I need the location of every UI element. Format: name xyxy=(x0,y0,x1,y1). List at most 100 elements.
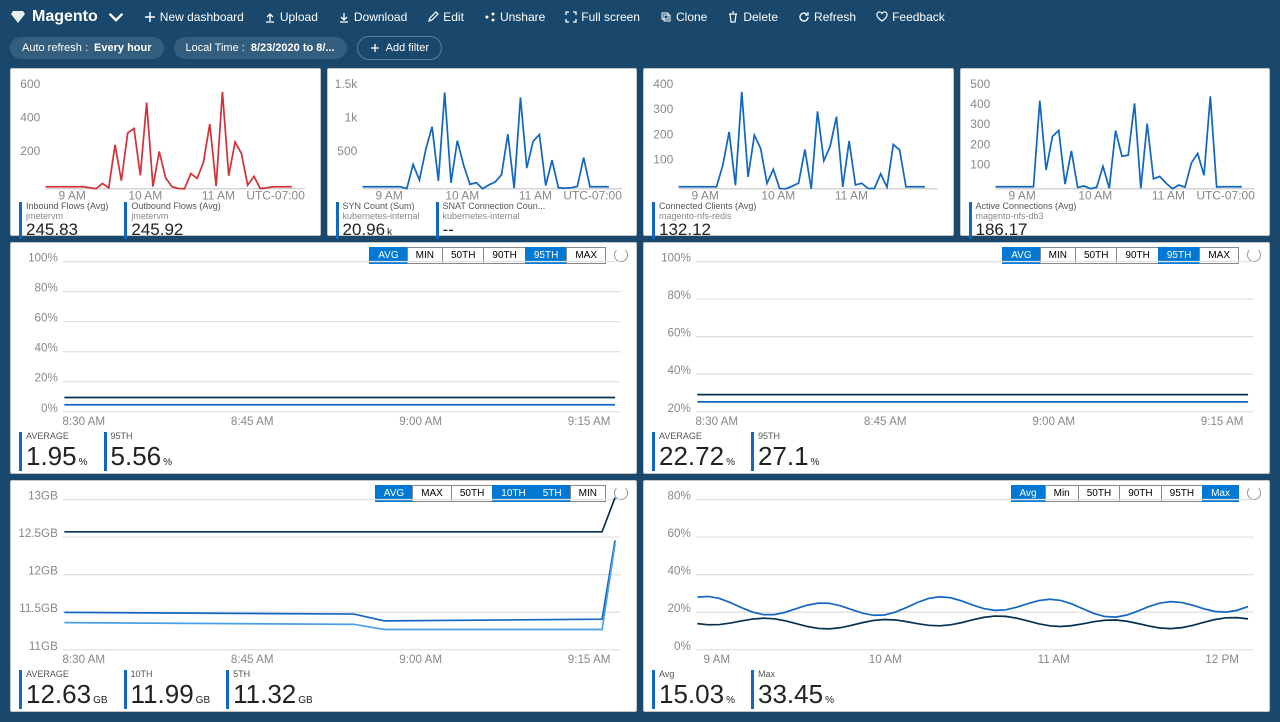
dashboard-grid: JMeter Test Client (Connections) 2004006… xyxy=(0,68,1280,722)
line-chart: 20%40%60%80%100%8:30 AM8:45 AM9:00 AM9:1… xyxy=(652,251,1261,430)
metric: 10TH11.99GB xyxy=(124,670,211,708)
svg-text:0%: 0% xyxy=(674,640,691,653)
pencil-icon xyxy=(427,11,439,23)
metric: Max33.45% xyxy=(751,670,834,708)
svg-text:UTC-07:00: UTC-07:00 xyxy=(1196,189,1255,200)
metric: Active Connections (Avg)magento-nfs-db31… xyxy=(969,202,1077,240)
wide-metric-tile[interactable]: Available Memory AVGMAX50TH10TH5THMIN Wo… xyxy=(10,480,637,712)
svg-text:300: 300 xyxy=(970,117,990,131)
svg-text:60%: 60% xyxy=(668,527,692,540)
svg-text:40%: 40% xyxy=(668,565,692,578)
svg-text:11 AM: 11 AM xyxy=(1151,189,1184,200)
new-dashboard-button[interactable]: New dashboard xyxy=(136,6,252,28)
svg-text:11GB: 11GB xyxy=(29,640,58,653)
svg-text:60%: 60% xyxy=(35,312,59,325)
plus-icon xyxy=(144,11,156,23)
svg-text:9 AM: 9 AM xyxy=(59,189,86,200)
svg-text:9:00 AM: 9:00 AM xyxy=(399,415,442,428)
dashboard-title[interactable]: Magento xyxy=(10,8,124,26)
metric: SYN Count (Sum)kubernetes-internal20.96k xyxy=(336,202,420,240)
svg-text:20%: 20% xyxy=(668,602,692,615)
unshare-icon xyxy=(484,11,496,23)
dashboard-title-text: Magento xyxy=(32,8,98,26)
svg-text:100%: 100% xyxy=(661,251,691,264)
metric-tile[interactable]: MySQL Database - Active Connections 1002… xyxy=(960,68,1271,236)
metric-tile[interactable]: JMeter Test Client (Connections) 2004006… xyxy=(10,68,321,236)
fullscreen-icon xyxy=(565,11,577,23)
metric: SNAT Connection Coun...kubernetes-intern… xyxy=(436,202,546,240)
svg-text:400: 400 xyxy=(653,77,673,91)
metric: 5TH11.32GB xyxy=(226,670,313,708)
svg-text:8:45 AM: 8:45 AM xyxy=(231,415,274,428)
time-range-pill[interactable]: Local Time : 8/23/2020 to 8/... xyxy=(174,37,347,59)
metric: AVERAGE22.72% xyxy=(652,432,735,470)
metric: Outbound Flows (Avg)jmetervm245.92 xyxy=(124,202,220,240)
svg-text:200: 200 xyxy=(970,137,990,151)
svg-text:600: 600 xyxy=(20,77,40,91)
wide-metric-tile[interactable]: CPU Utilization AVGMIN50TH90TH95THMAX Wo… xyxy=(10,242,637,474)
add-filter-button[interactable]: Add filter xyxy=(357,36,442,60)
svg-text:200: 200 xyxy=(20,144,40,158)
svg-text:9 AM: 9 AM xyxy=(704,653,731,666)
line-chart: 1002003004005009 AM10 AM11 AM UTC-07:00 xyxy=(969,77,1262,200)
toolbar: Magento New dashboard Upload Download Ed… xyxy=(0,0,1280,34)
line-chart: 1002003004009 AM10 AM11 AM xyxy=(652,77,945,200)
svg-text:11 AM: 11 AM xyxy=(518,189,551,200)
upload-button[interactable]: Upload xyxy=(256,6,326,28)
line-chart: 0%20%40%60%80%9 AM10 AM11 AM12 PM xyxy=(652,489,1261,668)
svg-text:11 AM: 11 AM xyxy=(1038,653,1070,666)
svg-text:11 AM: 11 AM xyxy=(835,189,868,200)
line-chart: 2004006009 AM10 AM11 AM UTC-07:00 xyxy=(19,77,312,200)
edit-button[interactable]: Edit xyxy=(419,6,472,28)
svg-text:12 PM: 12 PM xyxy=(1205,653,1239,666)
svg-text:400: 400 xyxy=(970,97,990,111)
wide-metric-tile[interactable]: Node memory utilization AvgMin50TH90TH95… xyxy=(643,480,1270,712)
unshare-button[interactable]: Unshare xyxy=(476,6,553,28)
svg-text:8:30 AM: 8:30 AM xyxy=(62,653,105,666)
svg-text:9:15 AM: 9:15 AM xyxy=(568,653,611,666)
line-chart: 0%20%40%60%80%100%8:30 AM8:45 AM9:00 AM9… xyxy=(19,251,628,430)
chevron-down-icon xyxy=(108,9,124,25)
metric: Connected Clients (Avg)magento-nfs-redis… xyxy=(652,202,756,240)
clone-icon xyxy=(660,11,672,23)
svg-text:1k: 1k xyxy=(344,110,358,124)
trash-icon xyxy=(727,11,739,23)
svg-text:100: 100 xyxy=(653,152,673,166)
svg-text:9:00 AM: 9:00 AM xyxy=(1032,415,1075,428)
svg-text:9 AM: 9 AM xyxy=(1008,189,1035,200)
svg-text:1.5k: 1.5k xyxy=(336,77,358,91)
svg-text:10 AM: 10 AM xyxy=(128,189,162,200)
download-button[interactable]: Download xyxy=(330,6,415,28)
metric: Inbound Flows (Avg)jmetervm245.83 xyxy=(19,202,108,240)
fullscreen-button[interactable]: Full screen xyxy=(557,6,648,28)
metric: 95TH27.1% xyxy=(751,432,820,470)
svg-text:80%: 80% xyxy=(35,282,59,295)
wide-metric-tile[interactable]: Logical Disk Space Used AVGMIN50TH90TH95… xyxy=(643,242,1270,474)
svg-text:11.5GB: 11.5GB xyxy=(19,602,58,615)
svg-text:400: 400 xyxy=(20,110,40,124)
upload-icon xyxy=(264,11,276,23)
svg-text:80%: 80% xyxy=(668,489,692,502)
svg-text:20%: 20% xyxy=(668,402,692,415)
svg-text:8:45 AM: 8:45 AM xyxy=(231,653,274,666)
refresh-button[interactable]: Refresh xyxy=(790,6,864,28)
svg-text:20%: 20% xyxy=(35,372,59,385)
svg-text:60%: 60% xyxy=(668,327,692,340)
svg-text:8:30 AM: 8:30 AM xyxy=(62,415,105,428)
svg-text:9:15 AM: 9:15 AM xyxy=(568,415,611,428)
svg-text:500: 500 xyxy=(337,144,357,158)
metric-tile[interactable]: Kubernetes - Load Balancer (Connections)… xyxy=(327,68,638,236)
svg-text:10 AM: 10 AM xyxy=(1078,189,1112,200)
svg-text:10 AM: 10 AM xyxy=(445,189,479,200)
svg-text:9:00 AM: 9:00 AM xyxy=(399,653,442,666)
feedback-button[interactable]: Feedback xyxy=(868,6,953,28)
metric: AVERAGE12.63GB xyxy=(19,670,108,708)
svg-text:0%: 0% xyxy=(41,402,58,415)
clone-button[interactable]: Clone xyxy=(652,6,715,28)
auto-refresh-pill[interactable]: Auto refresh : Every hour xyxy=(10,37,164,59)
delete-button[interactable]: Delete xyxy=(719,6,786,28)
filter-row: Auto refresh : Every hour Local Time : 8… xyxy=(0,34,1280,68)
svg-text:UTC-07:00: UTC-07:00 xyxy=(563,189,622,200)
svg-text:80%: 80% xyxy=(668,289,692,302)
metric-tile[interactable]: Redis Cache - Connected Clients 10020030… xyxy=(643,68,954,236)
